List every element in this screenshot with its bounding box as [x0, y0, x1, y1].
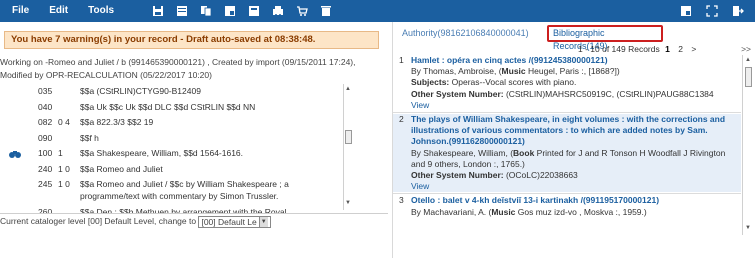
record-info-line1: Working on -Romeo and Juliet / b (991465…	[0, 57, 356, 67]
top-toolbar: File Edit Tools	[0, 0, 755, 22]
result-by: By Machavariani, A. (Music Gos muz izd-v…	[411, 206, 647, 217]
warning-banner: You have 7 warning(s) in your record - D…	[4, 31, 379, 49]
divider	[393, 112, 741, 114]
result-other-number: Other System Number: (OCoLC)22038663	[411, 170, 578, 181]
page-current: 1	[665, 44, 670, 54]
result-other-number: Other System Number: (CStRLIN)MAHSRC5091…	[411, 88, 714, 99]
scroll-down-icon[interactable]: ▼	[745, 225, 751, 231]
tab-authority[interactable]: Authority(98162106840000041)	[402, 28, 529, 38]
paging-summary: 1 - 10 of 149 Records	[578, 44, 660, 54]
menu-file[interactable]: File	[0, 0, 39, 22]
tab-bibliographic-records[interactable]: Bibliographic Records(149)	[547, 25, 663, 51]
results-list: 1 Hamlet : opéra en cinq actes /(9912453…	[393, 55, 741, 258]
result-title-link[interactable]: Otello : balet v 4-kh deĭstviĭ 13-i kart…	[411, 195, 741, 206]
cart-icon[interactable]	[296, 5, 308, 17]
scroll-up-icon[interactable]: ▲	[345, 86, 351, 92]
marc-field-040[interactable]: 040 $$a Uk $$c Uk $$d DLC $$d CStRLIN $$…	[0, 100, 384, 116]
result-number: 1	[399, 55, 404, 65]
marc-value[interactable]: $$a 822.3/3 $$2 19	[80, 115, 342, 130]
marc-indicators: 1	[58, 148, 63, 158]
marc-field-100[interactable]: 100 1 $$a Shakespeare, William, $$d 1564…	[0, 146, 384, 162]
trash-icon[interactable]	[320, 5, 332, 17]
marc-editor[interactable]: 035 $$a (CStRLIN)CTYG90-B12409 040 $$a U…	[0, 84, 384, 214]
marc-tag: 240	[38, 163, 53, 174]
scroll-up-icon[interactable]: ▲	[745, 57, 751, 63]
cataloger-level-label: Current cataloger level [00] Default Lev…	[0, 216, 197, 226]
marc-tag: 100	[38, 148, 53, 158]
marc-tag: 040	[38, 101, 53, 112]
marc-indicators: 1 0	[58, 179, 70, 189]
cataloger-level-value: [00] Default Le	[201, 216, 257, 227]
copy-icon[interactable]	[200, 5, 212, 17]
marc-indicators: 0 4	[58, 117, 70, 127]
divider	[393, 193, 741, 195]
marc-tag: 090	[38, 132, 53, 143]
marc-tag: 245	[38, 179, 53, 189]
marc-field-082[interactable]: 082 0 4 $$a 822.3/3 $$2 19	[0, 115, 384, 131]
marc-field-245[interactable]: 245 1 0 $$a Romeo and Juliet / $$c by Wi…	[0, 177, 384, 205]
chevron-down-icon[interactable]: ▼	[258, 216, 268, 227]
marc-field-090[interactable]: 090 $$f h	[0, 131, 384, 147]
marc-field-240[interactable]: 240 1 0 $$a Romeo and Juliet	[0, 162, 384, 178]
records-icon[interactable]	[224, 5, 236, 17]
record-paging: 1 - 10 of 149 Records 1 2 >	[578, 44, 699, 54]
menu-edit[interactable]: Edit	[39, 0, 78, 22]
marc-value[interactable]: $$a Romeo and Juliet / $$c by William Sh…	[80, 178, 342, 202]
list-item[interactable]: 2 The plays of William Shakespeare, in e…	[393, 114, 741, 193]
menu-tools[interactable]: Tools	[78, 0, 124, 22]
result-number: 3	[399, 195, 404, 206]
split-view-icon[interactable]	[176, 5, 188, 17]
marc-indicators: 1 0	[58, 163, 70, 174]
record-info-line2: Modified by OPR-RECALCULATION (05/22/201…	[0, 70, 212, 80]
binoculars-icon[interactable]	[8, 149, 22, 159]
result-number: 2	[399, 114, 404, 125]
marc-tag: 035	[38, 86, 53, 96]
result-title-link[interactable]: The plays of William Shakespeare, in eig…	[411, 114, 741, 148]
result-by: By Thomas, Ambroise, (Music Heugel, Pari…	[411, 66, 620, 77]
load-icon[interactable]	[272, 5, 284, 17]
marc-value[interactable]: $$a Uk $$c Uk $$d DLC $$d CStRLIN $$d NN	[80, 100, 342, 115]
result-subjects: Subjects: Operas--Vocal scores with pian…	[411, 77, 577, 88]
window-icon[interactable]	[680, 5, 692, 17]
record-info: Working on -Romeo and Juliet / b (991465…	[0, 56, 388, 82]
view-link[interactable]: View	[411, 181, 741, 192]
cataloger-level-bar: Current cataloger level [00] Default Lev…	[0, 214, 390, 228]
scroll-thumb[interactable]	[745, 67, 752, 87]
results-scrollbar[interactable]: ▲ ▼	[742, 55, 753, 235]
marc-value[interactable]: $$a (CStRLIN)CTYG90-B12409	[80, 84, 342, 99]
marc-tag: 082	[38, 117, 53, 127]
cataloger-level-select[interactable]: [00] Default Le ▼	[198, 215, 271, 228]
marc-value[interactable]: $$f h	[80, 131, 342, 146]
expand-icon[interactable]	[706, 5, 718, 17]
marc-value[interactable]: $$a Shakespeare, William, $$d 1564-1616.	[80, 146, 342, 161]
exit-icon[interactable]	[732, 5, 744, 17]
next-page-link[interactable]: >	[691, 44, 696, 54]
view-link[interactable]: View	[411, 100, 741, 111]
save-icon[interactable]	[152, 5, 164, 17]
templates-icon[interactable]	[248, 5, 260, 17]
result-title-link[interactable]: Hamlet : opéra en cinq actes /(991245380…	[411, 55, 741, 66]
list-item[interactable]: 1 Hamlet : opéra en cinq actes /(9912453…	[393, 55, 741, 111]
marc-field-035[interactable]: 035 $$a (CStRLIN)CTYG90-B12409	[0, 84, 384, 100]
scroll-down-icon[interactable]: ▼	[345, 200, 351, 206]
marc-value[interactable]: $$a Romeo and Juliet	[80, 162, 342, 177]
result-by: By Shakespeare, William, (Book Printed f…	[411, 147, 726, 169]
scroll-thumb[interactable]	[345, 130, 352, 144]
last-page-link[interactable]: >>	[741, 44, 751, 54]
list-item[interactable]: 3 Otello : balet v 4-kh deĭstviĭ 13-i ka…	[393, 195, 741, 217]
marc-scrollbar[interactable]: ▲ ▼	[343, 84, 353, 210]
page-link-2[interactable]: 2	[678, 44, 683, 54]
